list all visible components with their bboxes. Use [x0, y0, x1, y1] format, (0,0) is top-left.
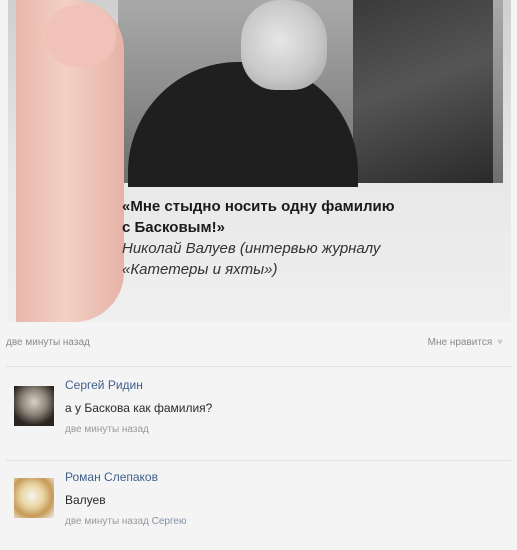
post-time[interactable]: две минуты назад: [6, 337, 90, 348]
comment-meta: две минуты назад Сергею: [65, 516, 186, 527]
magazine-quote: «Мне стыдно носить одну фамилию с Басков…: [122, 196, 502, 280]
post-meta: две минуты назад Мне нравится ♥: [6, 337, 511, 353]
comment-item: Роман Слепаков Валуев две минуты назад С…: [8, 470, 508, 550]
thumb-nail: [46, 5, 116, 67]
comment-time[interactable]: две минуты назад: [65, 424, 149, 435]
thumb-finger: [16, 0, 124, 322]
comment-item: Сергей Ридин а у Баскова как фамилия? дв…: [8, 378, 508, 458]
avatar[interactable]: [14, 386, 54, 426]
comment-text: Валуев: [65, 493, 106, 507]
background-poster: [353, 0, 493, 183]
attribution-line-1: Николай Валуев (интервью журналу: [122, 240, 381, 257]
divider: [6, 460, 511, 461]
heart-icon: ♥: [497, 337, 503, 348]
comment-author[interactable]: Сергей Ридин: [65, 378, 143, 392]
avatar[interactable]: [14, 478, 54, 518]
quote-line-1: «Мне стыдно носить одну фамилию: [122, 198, 395, 215]
post-photo[interactable]: «Мне стыдно носить одну фамилию с Басков…: [8, 0, 511, 322]
attribution-line-2: «Катетеры и яхты»): [122, 261, 278, 278]
like-button[interactable]: Мне нравится ♥: [428, 337, 503, 348]
comment-time[interactable]: две минуты назад: [65, 516, 149, 527]
like-label: Мне нравится: [427, 337, 493, 348]
comment-author[interactable]: Роман Слепаков: [65, 470, 158, 484]
comment-text: а у Баскова как фамилия?: [65, 401, 213, 415]
reply-to-link[interactable]: Сергею: [152, 516, 187, 527]
man-head: [241, 0, 327, 90]
quote-line-2: с Басковым!»: [122, 219, 225, 236]
divider: [6, 366, 511, 367]
